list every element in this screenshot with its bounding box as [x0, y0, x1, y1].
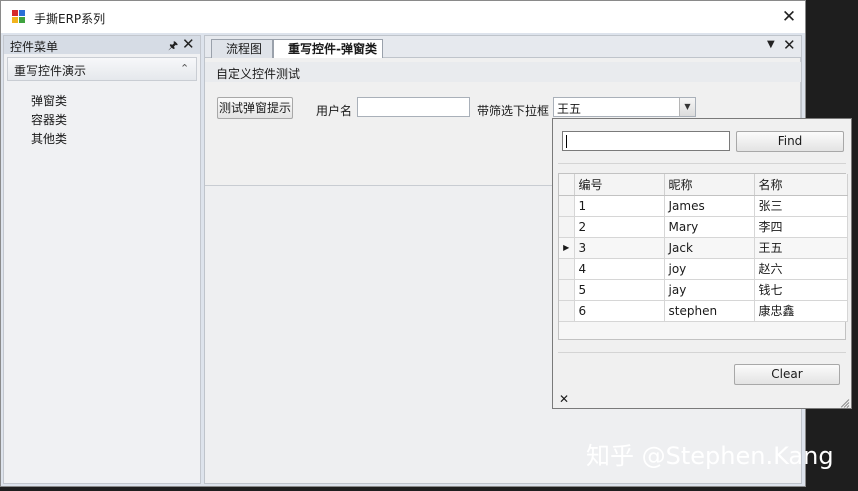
group-box-header: 自定义控件测试: [205, 62, 801, 82]
cell-id: 5: [574, 279, 665, 301]
username-input[interactable]: [357, 97, 470, 117]
title-bar[interactable]: 手撕ERP系列 ✕: [1, 1, 805, 33]
logo-square-3: [12, 17, 18, 23]
separator: [558, 163, 846, 164]
menu-group-header[interactable]: 重写控件演示 ⌃: [7, 57, 197, 81]
filter-dropdown-popup: Find 编号 昵称 名称 1 James 张三 2 Mary 李四 ▶ 3 Jack 王五 4 jo…: [552, 118, 852, 409]
cell-name: 钱七: [754, 279, 848, 301]
row-header[interactable]: [559, 216, 575, 238]
cell-name: 李四: [754, 216, 848, 238]
combo-selected-value: 王五: [557, 102, 582, 116]
row-header[interactable]: [559, 258, 575, 280]
search-input[interactable]: [562, 131, 730, 151]
cell-nickname: Mary: [664, 216, 755, 238]
filter-combo-label: 带筛选下拉框: [477, 104, 550, 118]
table-row[interactable]: 6 stephen 康忠鑫: [559, 300, 848, 322]
logo-square-2: [19, 10, 25, 16]
grid-header-row: 编号 昵称 名称: [559, 174, 848, 196]
cell-name: 康忠鑫: [754, 300, 848, 322]
test-popup-button[interactable]: 测试弹窗提示: [217, 97, 293, 119]
data-grid[interactable]: 编号 昵称 名称 1 James 张三 2 Mary 李四 ▶ 3 Jack 王五 4 joy 赵六 5 j…: [558, 173, 848, 340]
column-header-id[interactable]: 编号: [574, 174, 665, 196]
watermark-text: 知乎 @Stephen.Kang: [586, 442, 834, 470]
grid-table: 编号 昵称 名称 1 James 张三 2 Mary 李四 ▶ 3 Jack 王五 4 joy 赵六 5 j…: [559, 174, 848, 322]
cell-nickname: joy: [664, 258, 755, 280]
popup-close-icon[interactable]: ✕: [559, 392, 569, 406]
cell-nickname: Jack: [664, 237, 755, 259]
chevron-down-icon[interactable]: ▼: [679, 98, 695, 116]
column-header-nickname[interactable]: 昵称: [664, 174, 755, 196]
row-header[interactable]: [559, 300, 575, 322]
table-row[interactable]: 1 James 张三: [559, 195, 848, 217]
cell-nickname: James: [664, 195, 755, 217]
text-caret: [566, 135, 567, 148]
row-header[interactable]: [559, 195, 575, 217]
tab-flowchart[interactable]: 流程图: [211, 39, 273, 59]
panel-close-icon[interactable]: ✕: [182, 35, 195, 53]
tab-popup-controls[interactable]: 重写控件-弹窗类: [273, 39, 383, 59]
grip-line: [846, 405, 850, 408]
cell-id: 2: [574, 216, 665, 238]
control-menu-panel: 控件菜单 🖈 ✕ 重写控件演示 ⌃ 弹窗类 容器类 其他类: [3, 35, 201, 484]
panel-title: 控件菜单: [10, 40, 59, 54]
menu-group-title: 重写控件演示: [14, 64, 87, 78]
separator: [558, 352, 846, 353]
panel-header: 控件菜单 🖈 ✕: [4, 35, 200, 56]
app-logo-icon: [12, 10, 26, 24]
window-close-button[interactable]: ✕: [776, 4, 802, 30]
menu-item-popup[interactable]: 弹窗类: [31, 92, 67, 109]
row-header[interactable]: [559, 279, 575, 301]
table-row[interactable]: 2 Mary 李四: [559, 216, 848, 238]
table-row[interactable]: 4 joy 赵六: [559, 258, 848, 280]
table-row[interactable]: ▶ 3 Jack 王五: [559, 237, 848, 259]
cell-id: 6: [574, 300, 665, 322]
logo-square-4: [19, 17, 25, 23]
cell-id: 3: [574, 237, 665, 259]
filter-combo-box[interactable]: 王五 ▼: [553, 97, 696, 117]
logo-square-1: [12, 10, 18, 16]
cell-id: 4: [574, 258, 665, 280]
row-header[interactable]: ▶: [559, 237, 575, 259]
username-label: 用户名: [316, 104, 353, 118]
window-title: 手撕ERP系列: [34, 12, 106, 26]
menu-item-other[interactable]: 其他类: [31, 130, 67, 147]
menu-item-container[interactable]: 容器类: [31, 111, 67, 128]
tab-strip: 流程图 重写控件-弹窗类 ▼ ✕: [205, 36, 801, 59]
pin-icon[interactable]: 🖈: [168, 37, 178, 56]
chevron-up-icon[interactable]: ⌃: [180, 62, 189, 75]
cell-nickname: jay: [664, 279, 755, 301]
tab-list-dropdown-icon[interactable]: ▼: [767, 39, 775, 50]
cell-name: 张三: [754, 195, 848, 217]
clear-button[interactable]: Clear: [734, 364, 840, 385]
column-header-name[interactable]: 名称: [754, 174, 848, 196]
resize-grip-icon[interactable]: [839, 397, 850, 408]
row-header-corner: [559, 174, 575, 196]
table-row[interactable]: 5 jay 钱七: [559, 279, 848, 301]
group-box-title: 自定义控件测试: [216, 67, 301, 81]
cell-nickname: stephen: [664, 300, 755, 322]
cell-name: 赵六: [754, 258, 848, 280]
tab-close-icon[interactable]: ✕: [783, 36, 796, 54]
cell-name: 王五: [754, 237, 848, 259]
find-button[interactable]: Find: [736, 131, 844, 152]
cell-id: 1: [574, 195, 665, 217]
